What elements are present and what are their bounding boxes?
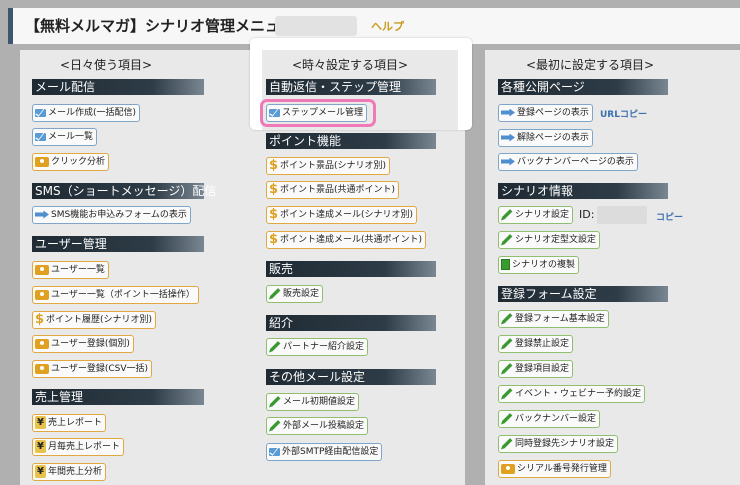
- user-icon: [35, 156, 49, 167]
- arrow-icon: [501, 157, 515, 166]
- mail-default-settings-button[interactable]: メール初期値設定: [266, 393, 360, 411]
- sms-form-button[interactable]: SMS機能お申込みフォームの表示: [32, 206, 191, 224]
- section-referral: 紹介: [266, 315, 436, 331]
- section-other-mail: その他メール設定: [266, 369, 436, 385]
- dollar-coin-icon: $: [269, 232, 279, 247]
- backnumber-settings-button[interactable]: バックナンバー設定: [498, 410, 601, 428]
- dollar-coin-icon: $: [35, 312, 45, 327]
- section-sms: SMS（ショートメッセージ）配信: [32, 183, 216, 199]
- page-title: 【無料メルマガ】シナリオ管理メニュー: [25, 17, 296, 35]
- annual-sales-analysis-button[interactable]: ¥ 年間売上分析: [32, 463, 107, 481]
- registration-fields-button[interactable]: 登録項目設定: [498, 360, 574, 378]
- section-scenario-info: シナリオ情報: [498, 183, 668, 199]
- user-icon: [35, 289, 49, 300]
- section-sales-management: 売上管理: [32, 389, 204, 405]
- scenario-settings-button[interactable]: シナリオ設定: [498, 206, 574, 224]
- middle-column-title: <時々設定する項目>: [292, 58, 409, 72]
- url-copy-link[interactable]: URLコピー: [600, 107, 647, 120]
- user-list-points-button[interactable]: ユーザー一覧（ポイント一括操作）: [32, 286, 199, 304]
- dollar-coin-icon: $: [269, 182, 279, 197]
- external-smtp-button[interactable]: 外部SMTP経由配信設定: [266, 443, 383, 461]
- point-achieve-mail-common-button[interactable]: $ ポイント達成メール(共通ポイント): [266, 231, 427, 249]
- section-public-pages: 各種公開ページ: [498, 79, 668, 95]
- arrow-icon: [501, 133, 515, 142]
- section-user-management: ユーザー管理: [32, 236, 204, 252]
- registration-page-button[interactable]: 登録ページの表示: [498, 104, 593, 122]
- pencil-icon: [269, 396, 281, 408]
- section-point-function: ポイント機能: [266, 133, 436, 149]
- section-registration-form: 登録フォーム設定: [498, 286, 668, 302]
- pencil-icon: [269, 288, 281, 300]
- pencil-icon: [501, 209, 513, 221]
- point-prize-common-button[interactable]: $ ポイント景品(共通ポイント): [266, 181, 400, 199]
- help-link[interactable]: ヘルプ: [371, 18, 404, 34]
- pencil-icon: [501, 338, 513, 350]
- section-mail-delivery: メール配信: [32, 79, 204, 95]
- scenario-template-button[interactable]: シナリオ定型文設定: [498, 231, 601, 249]
- form-basic-settings-button[interactable]: 登録フォーム基本設定: [498, 310, 609, 328]
- registration-block-button[interactable]: 登録禁止設定: [498, 335, 574, 353]
- step-mail-highlight-ring: [260, 99, 376, 127]
- click-analysis-button[interactable]: クリック分析: [32, 153, 110, 171]
- pencil-icon: [501, 413, 513, 425]
- dollar-coin-icon: $: [269, 207, 279, 222]
- serial-number-button[interactable]: シリアル番号発行管理: [498, 460, 611, 478]
- mail-icon: [35, 132, 46, 141]
- user-list-button[interactable]: ユーザー一覧: [32, 261, 109, 279]
- document-copy-icon: [501, 259, 510, 270]
- redacted-scenario-id: [597, 206, 647, 224]
- point-prize-scenario-button[interactable]: $ ポイント景品(シナリオ別): [266, 157, 391, 175]
- sales-report-button[interactable]: ¥ 売上レポート: [32, 414, 107, 432]
- redacted-scenario-name: [275, 16, 357, 36]
- point-achieve-mail-scenario-button[interactable]: $ ポイント達成メール(シナリオ別): [266, 206, 418, 224]
- arrow-icon: [35, 210, 49, 219]
- mail-icon: [35, 108, 46, 117]
- section-auto-reply-step: 自動返信・ステップ管理: [266, 79, 436, 95]
- dollar-coin-icon: $: [269, 158, 279, 173]
- mail-list-button[interactable]: メール一覧: [32, 128, 98, 146]
- monthly-sales-report-button[interactable]: ¥ 月毎売上レポート: [32, 438, 125, 456]
- event-webinar-button[interactable]: イベント・ウェビナー予約設定: [498, 385, 646, 403]
- pencil-icon: [501, 388, 513, 400]
- user-register-csv-button[interactable]: ユーザー登録(CSV一括): [32, 360, 152, 378]
- arrow-icon: [501, 108, 515, 117]
- simultaneous-registration-button[interactable]: 同時登録先シナリオ設定: [498, 435, 619, 453]
- pencil-icon: [501, 438, 513, 450]
- pencil-icon: [501, 313, 513, 325]
- user-register-single-button[interactable]: ユーザー登録(個別): [32, 335, 134, 353]
- pencil-icon: [269, 341, 281, 353]
- pencil-icon: [269, 420, 281, 432]
- pencil-icon: [501, 363, 513, 375]
- user-icon: [35, 363, 49, 374]
- unsubscribe-page-button[interactable]: 解除ページの表示: [498, 129, 593, 147]
- right-column-title: <最初に設定する項目>: [526, 58, 655, 72]
- section-sales: 販売: [266, 261, 436, 277]
- yen-icon: ¥: [35, 440, 46, 453]
- yen-icon: ¥: [35, 465, 46, 478]
- sales-settings-button[interactable]: 販売設定: [266, 285, 324, 303]
- pencil-icon: [501, 234, 513, 246]
- mail-create-button[interactable]: メール作成(一括配信): [32, 104, 141, 122]
- backnumber-page-button[interactable]: バックナンバーページの表示: [498, 153, 638, 171]
- yen-icon: ¥: [35, 416, 46, 429]
- left-column-title: <日々使う項目>: [60, 58, 153, 72]
- point-history-button[interactable]: $ ポイント履歴(シナリオ別): [32, 311, 157, 329]
- scenario-duplicate-button[interactable]: シナリオの複製: [498, 256, 580, 274]
- external-mail-post-button[interactable]: 外部メール投稿設定: [266, 417, 369, 435]
- id-copy-link[interactable]: コピー: [656, 210, 683, 223]
- user-icon: [35, 264, 49, 275]
- scenario-id-label: ID:: [579, 208, 595, 221]
- user-icon: [35, 338, 49, 349]
- user-icon: [501, 463, 515, 474]
- partner-referral-button[interactable]: パートナー紹介設定: [266, 338, 369, 356]
- mail-icon: [269, 447, 280, 456]
